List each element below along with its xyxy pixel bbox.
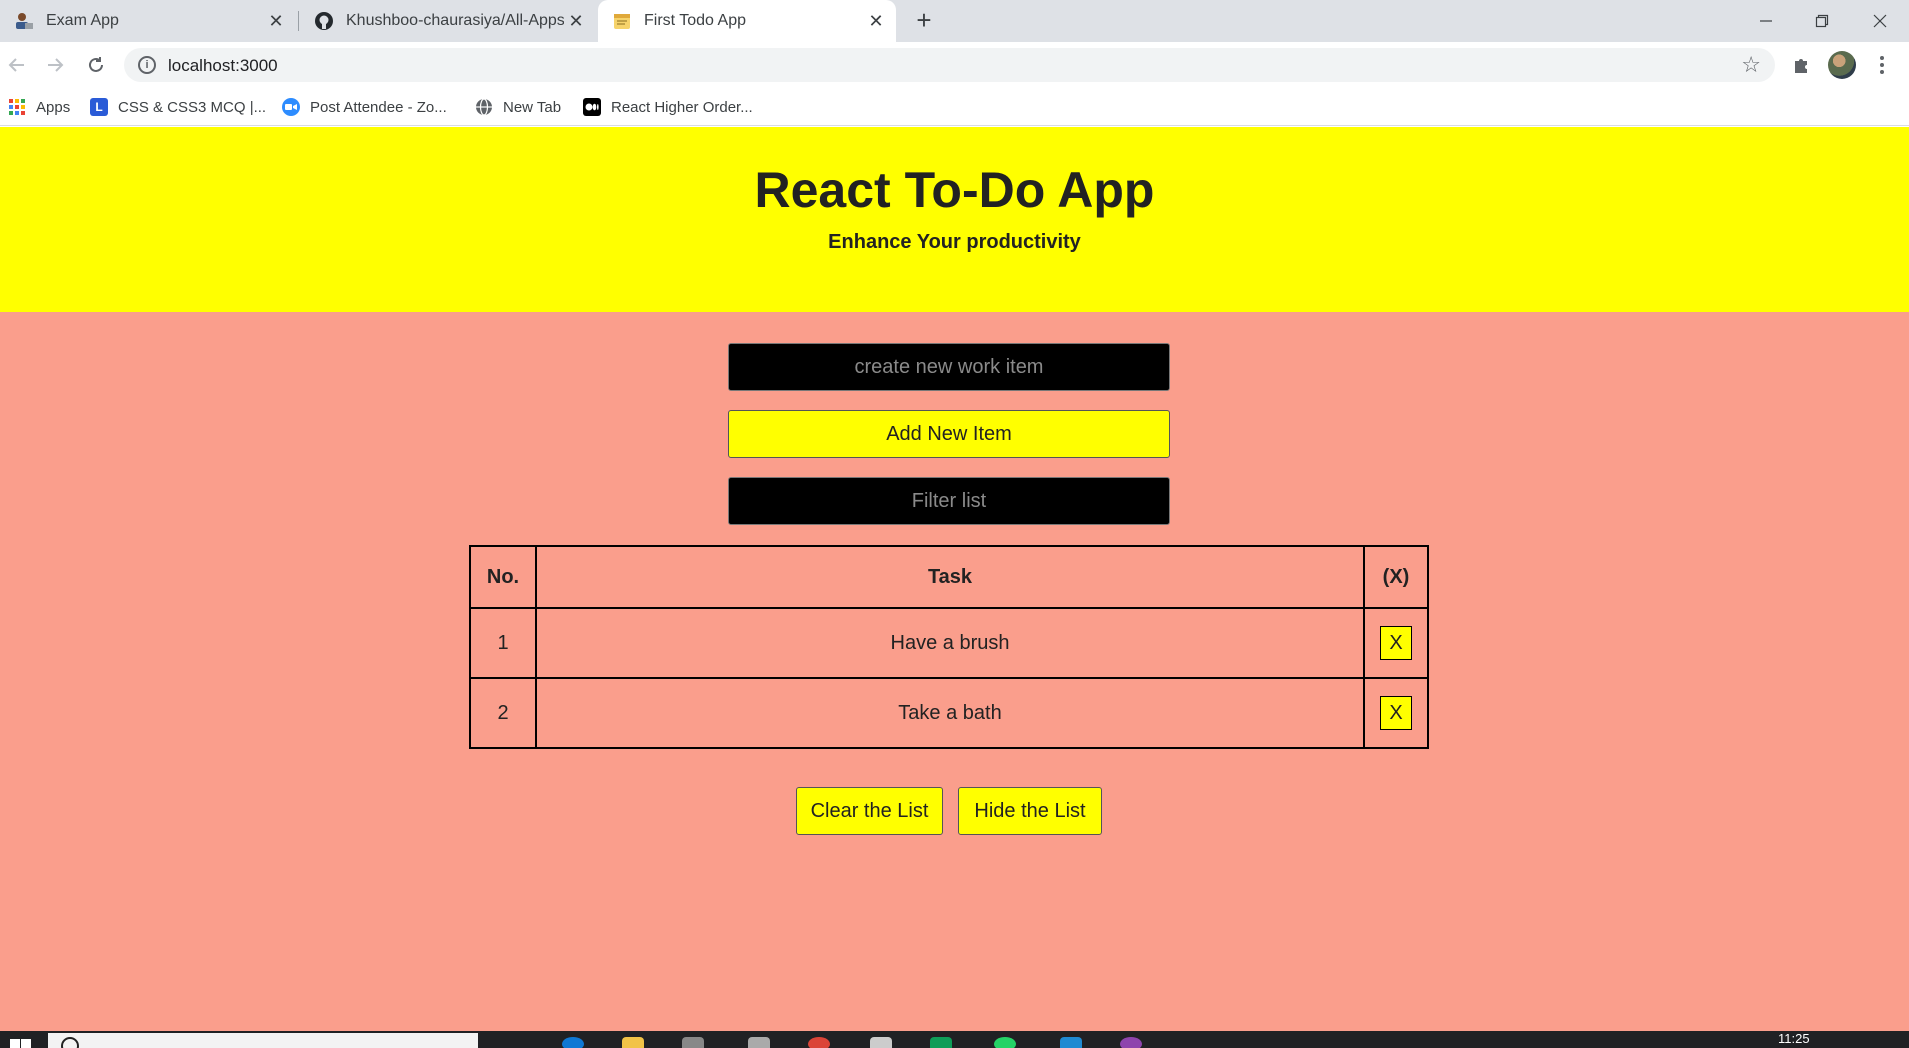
calculator-icon[interactable] (682, 1037, 704, 1048)
taskbar-clock: 11:25 (1778, 1031, 1810, 1046)
row-delete-cell: X (1363, 677, 1429, 749)
letter-l-icon: L (90, 98, 108, 116)
browser-tab-strip: Exam App ✕ Khushboo-chaurasiya/All-Apps-… (0, 0, 1909, 42)
tab-title: Khushboo-chaurasiya/All-Apps-T (346, 12, 564, 29)
notepad-icon[interactable] (870, 1037, 892, 1048)
row-task: Take a bath (535, 677, 1365, 749)
taskbar-search-box[interactable] (48, 1033, 478, 1048)
app-header: React To-Do App Enhance Your productivit… (0, 127, 1909, 312)
app-page: React To-Do App Enhance Your productivit… (0, 127, 1909, 1031)
add-item-button[interactable]: Add New Item (728, 410, 1170, 458)
sheets-icon[interactable] (930, 1037, 952, 1048)
medium-icon (583, 98, 601, 116)
tab-github[interactable]: Khushboo-chaurasiya/All-Apps-T ✕ (300, 0, 596, 42)
tab-title: First Todo App (644, 12, 746, 29)
edge-icon[interactable] (562, 1037, 584, 1048)
forward-arrow-icon[interactable] (40, 50, 70, 80)
profile-avatar[interactable] (1828, 51, 1856, 79)
bookmarks-bar: Apps L CSS & CSS3 MCQ |... Post Attendee… (0, 88, 1909, 126)
tab-close-icon[interactable]: ✕ (266, 11, 286, 31)
tab-separator (298, 11, 299, 31)
tab-first-todo-app[interactable]: First Todo App ✕ (598, 0, 896, 42)
bookmark-label: Post Attendee - Zo... (310, 98, 447, 116)
minimize-icon[interactable] (1738, 0, 1794, 42)
bookmark-star-icon[interactable]: ☆ (1741, 52, 1761, 78)
clear-list-button[interactable]: Clear the List (796, 787, 943, 835)
bookmark-react-hoc[interactable]: React Higher Order... (583, 94, 753, 120)
app-title: React To-Do App (754, 162, 1155, 218)
row-number: 1 (469, 607, 537, 679)
tab-title: Exam App (46, 12, 119, 29)
browser-toolbar: i localhost:3000 ☆ (0, 42, 1909, 88)
close-icon[interactable] (1852, 0, 1908, 42)
table-row: 2 Take a bath X (469, 677, 1429, 749)
delete-item-button[interactable]: X (1380, 696, 1412, 730)
row-delete-cell: X (1363, 607, 1429, 679)
app-subtitle: Enhance Your productivity (828, 231, 1081, 253)
restore-icon[interactable] (1794, 0, 1850, 42)
url-text: localhost:3000 (168, 56, 278, 75)
bookmark-label: Apps (36, 98, 71, 116)
table-row: 1 Have a brush X (469, 607, 1429, 679)
column-header-no: No. (469, 545, 537, 609)
apps-grid-icon (8, 98, 26, 116)
tab-exam-app[interactable]: Exam App ✕ (0, 0, 296, 42)
bookmark-label: New Tab (503, 98, 562, 116)
column-header-task: Task (535, 545, 1365, 609)
chrome-icon[interactable] (808, 1037, 830, 1048)
row-number: 2 (469, 677, 537, 749)
new-item-input[interactable] (728, 343, 1170, 391)
windows-start-icon[interactable] (10, 1036, 32, 1048)
notes-icon (612, 11, 632, 31)
app-icon[interactable] (1120, 1037, 1142, 1048)
bookmark-css-mcq[interactable]: L CSS & CSS3 MCQ |... (90, 94, 266, 120)
browser-menu-icon[interactable] (1872, 50, 1892, 80)
site-info-icon[interactable]: i (138, 56, 156, 74)
tab-close-icon[interactable]: ✕ (566, 11, 586, 31)
bookmark-post-attendee[interactable]: Post Attendee - Zo... (282, 94, 447, 120)
bookmark-label: CSS & CSS3 MCQ |... (118, 98, 267, 116)
search-icon (61, 1037, 79, 1048)
tab-close-icon[interactable]: ✕ (866, 11, 886, 31)
globe-icon (475, 98, 493, 116)
row-task: Have a brush (535, 607, 1365, 679)
settings-icon[interactable] (748, 1037, 770, 1048)
bookmark-label: React Higher Order... (611, 98, 753, 116)
address-bar[interactable]: i localhost:3000 ☆ (124, 48, 1775, 82)
bookmark-new-tab[interactable]: New Tab (475, 94, 561, 120)
delete-item-button[interactable]: X (1380, 626, 1412, 660)
new-tab-button[interactable]: + (910, 7, 938, 35)
folder-icon[interactable] (622, 1037, 644, 1048)
zoom-video-icon (282, 98, 300, 116)
github-icon (314, 11, 334, 31)
person-laptop-icon (14, 11, 34, 31)
todo-table: No. Task (X) 1 Have a brush X 2 Take a b… (469, 545, 1429, 749)
table-header-row: No. Task (X) (469, 545, 1429, 609)
column-header-delete: (X) (1363, 545, 1429, 609)
back-arrow-icon[interactable] (2, 50, 32, 80)
hide-list-button[interactable]: Hide the List (958, 787, 1102, 835)
bookmark-apps[interactable]: Apps (8, 94, 70, 120)
extensions-puzzle-icon[interactable] (1786, 50, 1816, 80)
os-taskbar: 11:25 (0, 1031, 1909, 1048)
whatsapp-icon[interactable] (994, 1037, 1016, 1048)
vscode-icon[interactable] (1060, 1037, 1082, 1048)
filter-input[interactable] (728, 477, 1170, 525)
reload-icon[interactable] (81, 50, 111, 80)
